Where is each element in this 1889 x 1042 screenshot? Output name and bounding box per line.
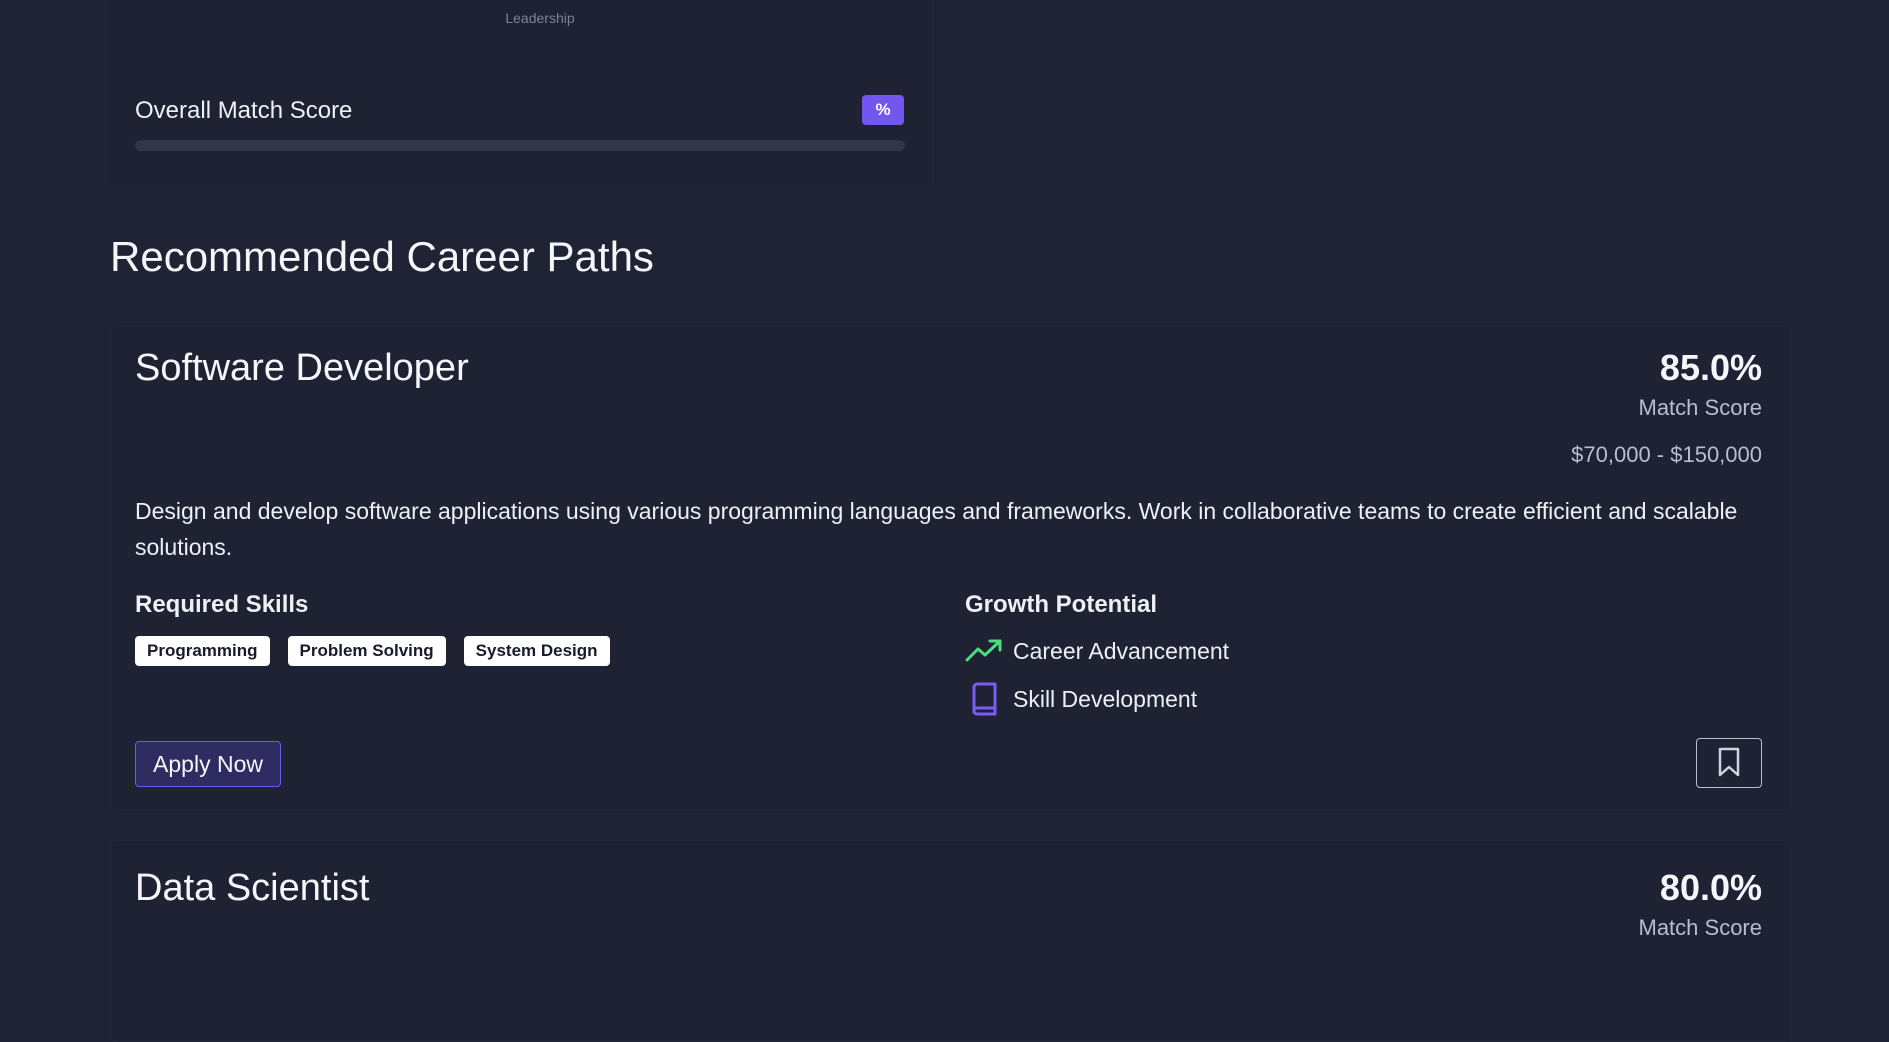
skill-tag: Problem Solving: [287, 636, 446, 666]
growth-item-label: Career Advancement: [1013, 637, 1230, 664]
salary-range: $70,000 - $150,000: [1571, 442, 1762, 467]
growth-item-skill-development: Skill Development: [965, 681, 1197, 717]
career-title: Software Developer: [135, 347, 469, 389]
match-score-label: Match Score: [1638, 915, 1763, 940]
growth-item-label: Skill Development: [1013, 685, 1198, 712]
match-score-label: Match Score: [1638, 395, 1763, 420]
overall-match-label: Overall Match Score: [135, 97, 353, 124]
growth-item-career-advancement: Career Advancement: [965, 633, 1229, 669]
overall-match-badge: %: [862, 95, 904, 125]
growth-potential-heading: Growth Potential: [965, 591, 1157, 618]
bookmark-icon: [1717, 746, 1741, 781]
book-icon: [965, 681, 1003, 717]
section-title: Recommended Career Paths: [110, 233, 654, 280]
career-card-data-scientist: Data Scientist 80.0% Match Score: [110, 840, 1791, 1042]
required-skills-heading: Required Skills: [135, 591, 309, 618]
apply-now-button[interactable]: Apply Now: [135, 741, 281, 787]
match-score-value: 85.0%: [1659, 347, 1762, 388]
overall-match-progress: [135, 140, 905, 151]
skill-tag: Programming: [135, 636, 270, 666]
career-title: Data Scientist: [135, 867, 370, 909]
bookmark-button[interactable]: [1696, 738, 1762, 788]
skills-chart-panel: Leadership Overall Match Score %: [110, 0, 933, 185]
match-score-value: 80.0%: [1659, 867, 1762, 908]
career-card-software-developer: Software Developer 85.0% Match Score $70…: [110, 322, 1791, 814]
skill-tag: System Design: [463, 636, 610, 666]
chart-category-label: Leadership: [505, 10, 575, 26]
trending-up-icon: [965, 633, 1003, 669]
skill-tags: Programming Problem Solving System Desig…: [135, 636, 610, 666]
career-description: Design and develop software applications…: [135, 498, 1738, 560]
